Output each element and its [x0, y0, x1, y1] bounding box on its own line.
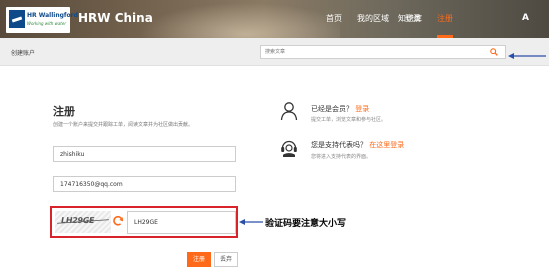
member-question: 已经是会员？	[311, 105, 353, 113]
nav-home[interactable]: 首页	[326, 13, 342, 24]
email-field[interactable]	[53, 176, 236, 192]
member-login-prompt: 已经是会员？ 登录	[311, 104, 369, 114]
search-input[interactable]	[260, 45, 506, 59]
nav-register[interactable]: 注册	[437, 13, 453, 24]
logo-mark-icon	[9, 10, 25, 28]
member-login-link[interactable]: 登录	[355, 105, 369, 113]
search-icon	[490, 48, 498, 56]
annotation-arrow-captcha	[239, 219, 263, 225]
annotation-arrow-search	[508, 53, 546, 59]
site-brand[interactable]: HRW China	[78, 11, 153, 25]
user-icon	[280, 102, 298, 121]
top-header: HR Wallingford Working with water HRW Ch…	[0, 0, 549, 38]
username-field[interactable]	[53, 146, 236, 162]
language-icon[interactable]: A	[522, 13, 529, 23]
refresh-icon[interactable]	[112, 215, 124, 227]
captcha-case-note: 验证码要注意大小写	[265, 219, 347, 229]
agent-login-prompt: 您是支持代表吗？ 在这里登录	[311, 140, 404, 150]
form-title: 注册	[53, 105, 75, 118]
nav-login[interactable]: 登录	[405, 13, 421, 24]
agent-question: 您是支持代表吗？	[311, 141, 367, 149]
logo-tagline: Working with water	[27, 21, 66, 26]
header-banner-image	[130, 0, 340, 38]
cancel-button[interactable]: 丢弃	[214, 252, 238, 267]
agent-login-link[interactable]: 在这里登录	[369, 141, 404, 149]
search-button[interactable]	[482, 45, 506, 59]
register-button[interactable]: 注册	[187, 252, 211, 267]
captcha-input[interactable]	[127, 211, 236, 234]
agent-login-subtext: 您将进入支持代表的界面。	[311, 154, 372, 160]
member-login-subtext: 提交工单，浏览文章和参与社区。	[311, 117, 387, 123]
captcha-image[interactable]: LH29GE	[55, 211, 111, 233]
headset-icon	[281, 140, 297, 157]
form-description: 创建一个账户来提交并跟踪工单，阅读文章并为社区做出贡献。	[53, 122, 194, 128]
company-logo[interactable]: HR Wallingford Working with water	[6, 7, 78, 33]
nav-my-area[interactable]: 我的区域	[357, 13, 389, 24]
breadcrumb: 创建账户	[11, 50, 36, 57]
logo-name: HR Wallingford	[27, 12, 78, 19]
